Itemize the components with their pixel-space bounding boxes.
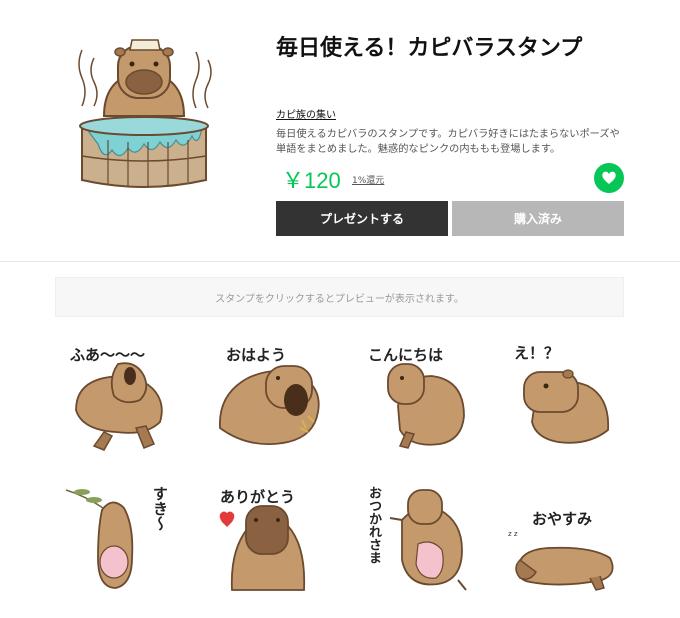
preview-area: スタンプをクリックするとプレビューが表示されます。 [55,277,624,317]
stamp-item[interactable]: おつかれさま [362,480,482,600]
purchased-button: 購入済み [452,201,624,236]
heart-icon [602,171,616,184]
stamp-caption: おはよう [226,346,287,364]
preview-hint-text: スタンプをクリックするとプレビューが表示されます。 [215,293,464,305]
stamp-caption: こんにちは [368,346,444,364]
stamp-item[interactable]: え！？ [500,336,620,456]
stamp-caption: すき〜 [151,486,169,531]
svg-text:z z: z z [508,530,518,538]
sticker-description: 毎日使えるカピバラのスタンプです。カピバラ好きにはたまらないポーズや単語をまとめ… [276,129,620,155]
stamp-caption: え！？ [514,344,560,362]
stamp-item[interactable]: ありがとう [212,480,332,600]
return-rate-link[interactable]: 1%還元 [352,173,384,186]
stamp-item[interactable]: こんにちは [362,336,482,456]
stamp-caption: ふあ〜〜〜 [70,346,146,364]
price: ￥120 [282,168,341,193]
product-header: 毎日使える！カピバラスタンプ カピ族の集い 毎日使えるカピバラのスタンプです。カ… [0,0,680,262]
author-link[interactable]: カピ族の集い [276,106,336,121]
sticker-title: 毎日使える！カピバラスタンプ [276,36,583,61]
stamp-item[interactable]: おやすみ z z [500,480,620,600]
stamp-caption: ありがとう [220,488,296,506]
stamp-caption: おつかれさま [366,486,381,564]
stamp-caption: おやすみ [532,510,593,528]
main-sticker-image [68,28,220,193]
stamp-item[interactable]: おはよう [212,336,332,456]
stamp-item[interactable]: ふあ〜〜〜 [62,336,182,456]
favorite-button[interactable] [594,163,624,193]
gift-button[interactable]: プレゼントする [276,201,448,236]
stamp-item[interactable]: すき〜 [62,480,182,600]
